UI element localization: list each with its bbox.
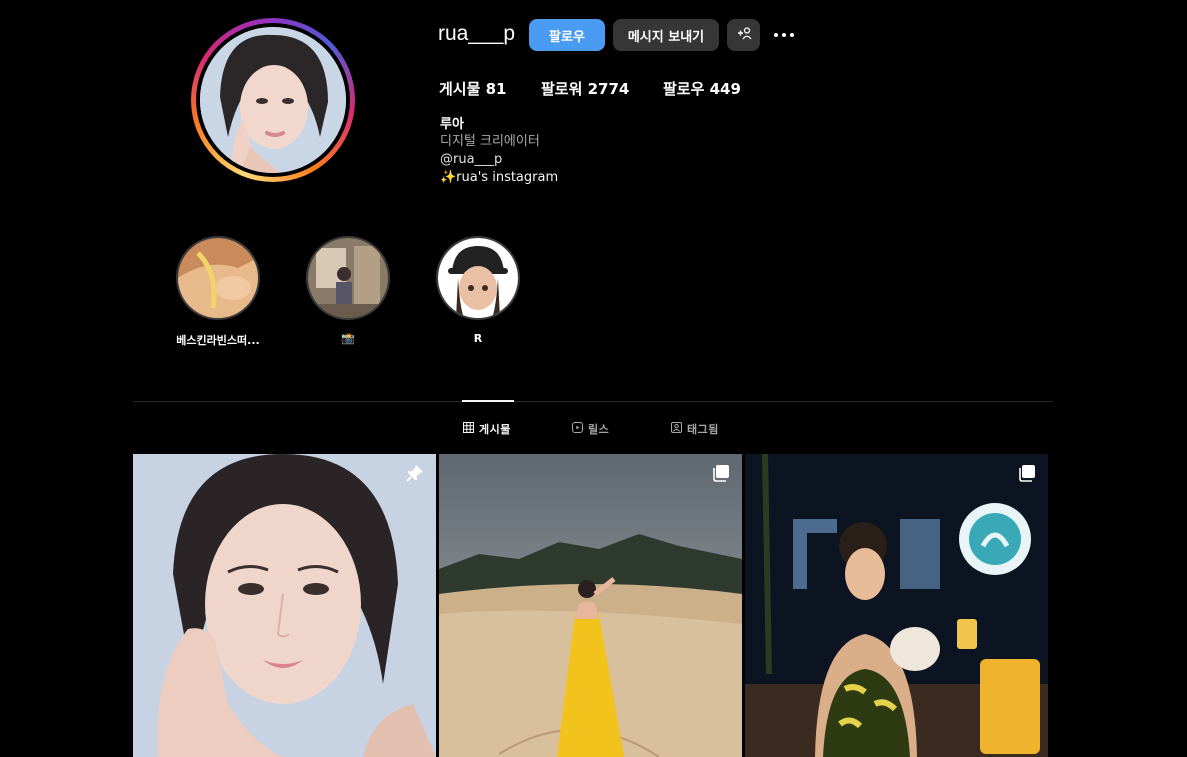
bio-category: 디지털 크리에이터 bbox=[440, 134, 540, 149]
carousel-icon bbox=[712, 464, 730, 482]
highlight-label: R bbox=[473, 332, 483, 345]
highlight-cover bbox=[176, 236, 260, 320]
tab-reels[interactable]: 릴스 bbox=[572, 421, 609, 437]
pin-icon bbox=[406, 464, 424, 482]
message-button[interactable]: 메시지 보내기 bbox=[613, 19, 719, 51]
follow-button[interactable]: 팔로우 bbox=[529, 19, 605, 51]
tabs-divider bbox=[133, 401, 1053, 402]
highlight-item[interactable]: R bbox=[435, 236, 521, 345]
highlight-item[interactable]: 📸 bbox=[305, 236, 391, 345]
bio-handle-link[interactable]: @rua___p bbox=[440, 151, 502, 169]
add-person-icon bbox=[736, 26, 752, 44]
bio-name: 루아 bbox=[440, 117, 464, 132]
avatar[interactable] bbox=[200, 27, 346, 173]
profile-username: rua___p bbox=[438, 22, 516, 45]
more-options-icon[interactable] bbox=[772, 25, 796, 45]
post-tile[interactable] bbox=[745, 454, 1048, 757]
tab-label: 태그됨 bbox=[687, 423, 719, 436]
tab-tagged[interactable]: 태그됨 bbox=[671, 421, 719, 437]
followers-count[interactable]: 팔로워 2774 bbox=[541, 78, 629, 99]
highlight-label: 📸 bbox=[341, 332, 355, 345]
carousel-icon bbox=[1018, 464, 1036, 482]
suggest-people-button[interactable] bbox=[727, 19, 760, 51]
tab-posts[interactable]: 게시물 bbox=[463, 421, 511, 437]
tagged-icon bbox=[671, 422, 682, 436]
following-count[interactable]: 팔로우 449 bbox=[663, 78, 741, 99]
post-tile[interactable] bbox=[439, 454, 742, 757]
tab-label: 릴스 bbox=[588, 423, 610, 436]
highlight-label: 베스킨라빈스떠... bbox=[176, 334, 260, 347]
post-tile[interactable] bbox=[133, 454, 436, 757]
highlight-cover bbox=[436, 236, 520, 320]
active-tab-indicator bbox=[462, 400, 514, 402]
reels-icon bbox=[572, 422, 583, 436]
tab-label: 게시물 bbox=[479, 423, 511, 436]
highlight-cover bbox=[306, 236, 390, 320]
highlight-item[interactable]: 베스킨라빈스떠... bbox=[175, 236, 261, 348]
posts-count: 게시물 81 bbox=[439, 80, 507, 98]
bio-text: ✨rua's instagram bbox=[440, 170, 559, 185]
grid-icon bbox=[463, 422, 474, 436]
